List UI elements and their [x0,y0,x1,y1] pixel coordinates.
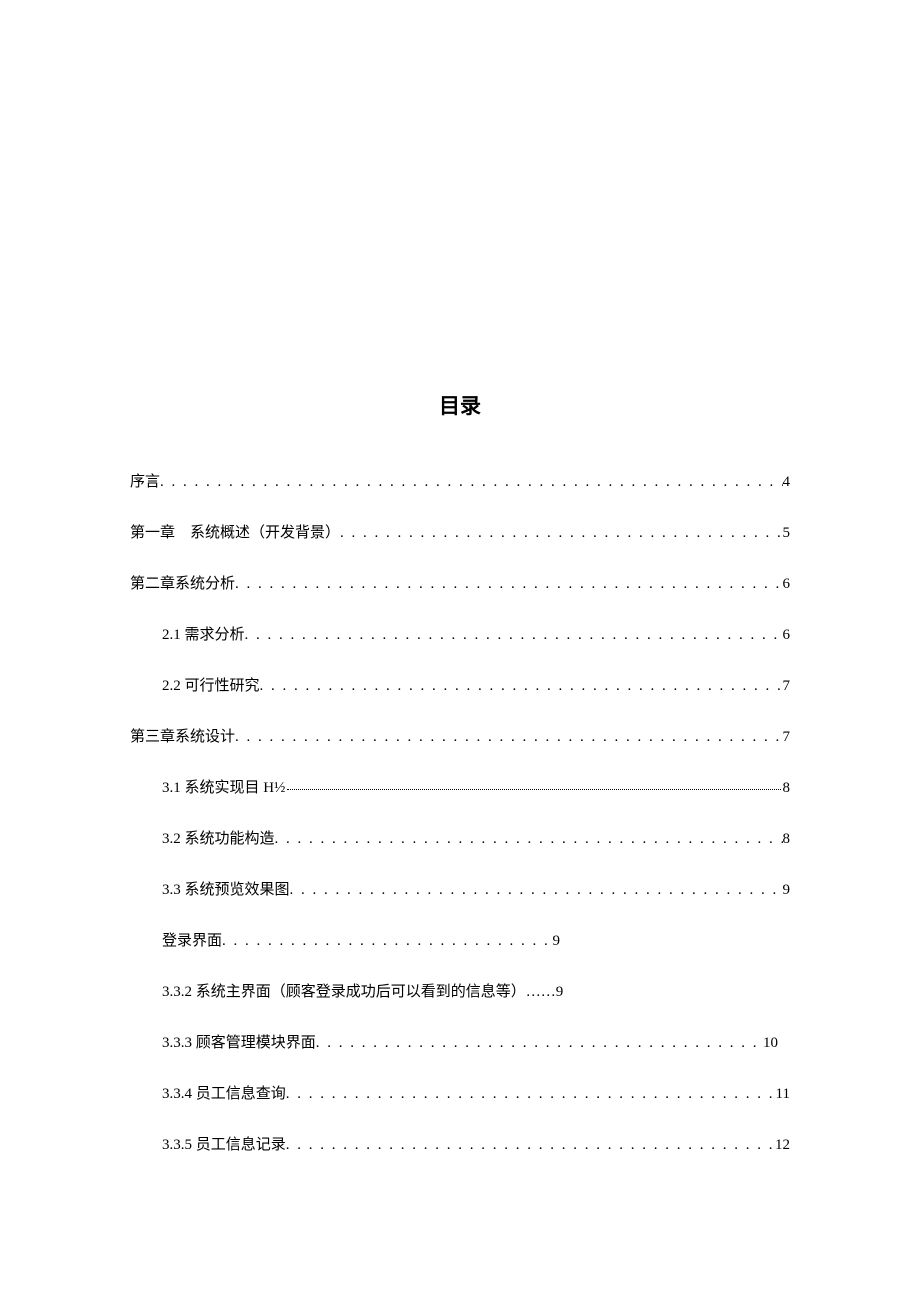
toc-dots [275,831,783,848]
toc-dots [340,525,782,542]
toc-label: 2.2 可行性研究 [162,674,260,695]
toc-dots [287,789,780,790]
document-page: 目录 序言 4 第一章 系统概述（开发背景） 5 第二章系统分析 6 2.1 需… [0,0,920,1154]
toc-page: 4 [783,474,791,491]
toc-page: 9 [783,882,791,899]
toc-dots [286,1137,775,1154]
toc-entry: 3.1 系统实现目 H½ 8 [130,776,790,797]
toc-label: 3.3.4 员工信息查询 [162,1082,286,1103]
toc-label: 3.3 系统预览效果图 [162,878,290,899]
toc-dots [316,1035,763,1052]
toc-page: 9 [553,933,561,950]
toc-page: 10 [763,1035,778,1052]
toc-entry: 3.3.3 顾客管理模块界面 10 [130,1031,778,1052]
toc-entry: 3.3.5 员工信息记录 12 [130,1133,790,1154]
toc-dots [290,882,783,899]
toc-entry: 2.2 可行性研究 7 [130,674,790,695]
toc-label: 3.2 系统功能构造 [162,827,275,848]
toc-page: 8 [783,780,791,797]
toc-page: 6 [783,627,791,644]
toc-entry: 序言 4 [130,470,790,491]
toc-label: 第二章系统分析 [130,572,235,593]
toc-page: 8 [783,831,791,848]
toc-page: 11 [776,1086,790,1103]
toc-entry: 第三章系统设计 7 [130,725,790,746]
toc-page: 6 [783,576,791,593]
toc-entry: 2.1 需求分析 6 [130,623,790,644]
toc-entry: 第一章 系统概述（开发背景） 5 [130,521,790,542]
toc-dots [260,678,783,695]
toc-page: 12 [775,1137,790,1154]
toc-label: 序言 [130,470,160,491]
toc-dots [222,933,552,950]
toc-title: 目录 [130,390,790,420]
toc-dots [160,474,782,491]
toc-label: 3.1 系统实现目 H½ [162,776,285,797]
toc-entry: 3.3.4 员工信息查询 11 [130,1082,790,1103]
toc-entry: 3.3 系统预览效果图 9 [130,878,790,899]
toc-label: 2.1 需求分析 [162,623,245,644]
toc-page: 7 [783,678,791,695]
toc-page: 7 [783,729,791,746]
toc-dots [245,627,783,644]
toc-entry: 3.3.2 系统主界面（顾客登录成功后可以看到的信息等）……9 [130,980,790,1001]
toc-label: 3.3.5 员工信息记录 [162,1133,286,1154]
toc-entry: 3.2 系统功能构造 8 [130,827,790,848]
toc-entry: 第二章系统分析 6 [130,572,790,593]
toc-entry: 登录界面 9 [130,929,560,950]
toc-label: 3.3.2 系统主界面（顾客登录成功后可以看到的信息等）……9 [162,980,563,1001]
toc-label: 第三章系统设计 [130,725,235,746]
toc-label: 第一章 系统概述（开发背景） [130,521,340,542]
toc-dots [235,729,782,746]
toc-page: 5 [783,525,791,542]
toc-dots [286,1086,776,1103]
toc-dots [235,576,782,593]
toc-label: 3.3.3 顾客管理模块界面 [162,1031,316,1052]
toc-label: 登录界面 [162,929,222,950]
